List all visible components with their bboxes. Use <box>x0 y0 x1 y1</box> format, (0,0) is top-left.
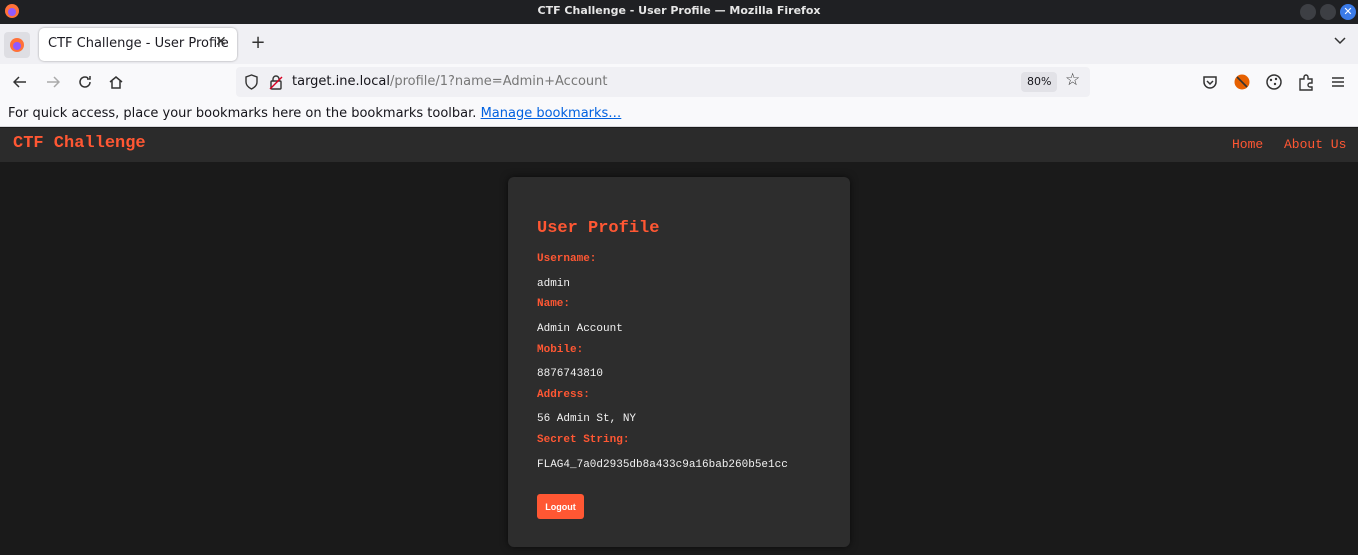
name-value: Admin Account <box>537 323 623 335</box>
nav-home-link[interactable]: Home <box>1232 137 1263 152</box>
maximize-button[interactable] <box>1320 4 1336 20</box>
back-arrow-icon <box>12 76 26 88</box>
firefox-view-icon <box>10 38 24 52</box>
tab-user-profile[interactable]: CTF Challenge - User Profile ✕ <box>39 28 237 61</box>
extensions-puzzle-icon[interactable] <box>1297 73 1315 91</box>
secret-string-value: FLAG4_7a0d2935db8a433c9a16bab260b5e1cc <box>537 459 788 471</box>
extension-blocked-icon[interactable] <box>1233 73 1251 91</box>
home-icon <box>109 76 123 89</box>
bookmarks-message-text: For quick access, place your bookmarks h… <box>8 106 477 121</box>
tab-close-icon[interactable]: ✕ <box>215 34 227 50</box>
forward-arrow-icon <box>47 76 61 88</box>
navigation-toolbar: target.ine.local/profile/1?name=Admin+Ac… <box>0 64 1358 100</box>
url-text[interactable]: target.ine.local/profile/1?name=Admin+Ac… <box>292 74 608 89</box>
nav-about-link[interactable]: About Us <box>1284 137 1346 152</box>
address-bar[interactable]: target.ine.local/profile/1?name=Admin+Ac… <box>236 67 1090 97</box>
mobile-value: 8876743810 <box>537 368 604 380</box>
zoom-indicator[interactable]: 80% <box>1021 72 1058 92</box>
tab-strip: CTF Challenge - User Profile ✕ + <box>0 24 1358 64</box>
secret-string-label: Secret String: <box>537 434 630 446</box>
logout-button[interactable]: Logout <box>537 494 584 519</box>
bookmark-star-icon[interactable]: ☆ <box>1065 70 1080 90</box>
cookie-icon[interactable] <box>1265 73 1283 91</box>
insecure-lock-icon[interactable] <box>269 74 283 90</box>
minimize-button[interactable] <box>1300 4 1316 20</box>
firefox-view-button[interactable] <box>4 32 30 58</box>
bookmarks-empty-message: For quick access, place your bookmarks h… <box>8 106 621 121</box>
username-label: Username: <box>537 253 597 265</box>
window-close-button[interactable]: ✕ <box>1340 4 1356 20</box>
forward-button[interactable] <box>41 70 65 94</box>
site-header: CTF Challenge Home About Us <box>0 128 1358 162</box>
window-titlebar: CTF Challenge - User Profile — Mozilla F… <box>0 0 1358 24</box>
name-label: Name: <box>537 298 571 310</box>
home-button[interactable] <box>104 70 128 94</box>
pocket-icon[interactable] <box>1201 73 1219 91</box>
profile-heading: User Profile <box>537 219 660 238</box>
site-brand[interactable]: CTF Challenge <box>13 134 146 153</box>
window-title: CTF Challenge - User Profile — Mozilla F… <box>537 4 821 17</box>
new-tab-button[interactable]: + <box>249 32 267 53</box>
bookmarks-toolbar: For quick access, place your bookmarks h… <box>0 100 1358 127</box>
mobile-label: Mobile: <box>537 344 584 356</box>
url-path: /profile/1?name=Admin+Account <box>389 74 608 89</box>
address-label: Address: <box>537 389 590 401</box>
back-button[interactable] <box>8 70 32 94</box>
profile-card: User Profile Username: admin Name: Admin… <box>508 177 850 547</box>
reload-icon <box>79 76 91 88</box>
chevron-down-icon <box>1334 37 1346 45</box>
tab-label: CTF Challenge - User Profile <box>48 36 229 51</box>
url-host: target.ine.local <box>292 74 390 89</box>
username-value: admin <box>537 278 571 290</box>
list-all-tabs-button[interactable] <box>1334 34 1346 48</box>
tracking-protection-shield-icon[interactable] <box>244 74 259 90</box>
address-value: 56 Admin St, NY <box>537 413 637 425</box>
reload-button[interactable] <box>73 70 97 94</box>
manage-bookmarks-link[interactable]: Manage bookmarks… <box>481 106 622 121</box>
menu-hamburger-icon[interactable] <box>1329 73 1347 91</box>
